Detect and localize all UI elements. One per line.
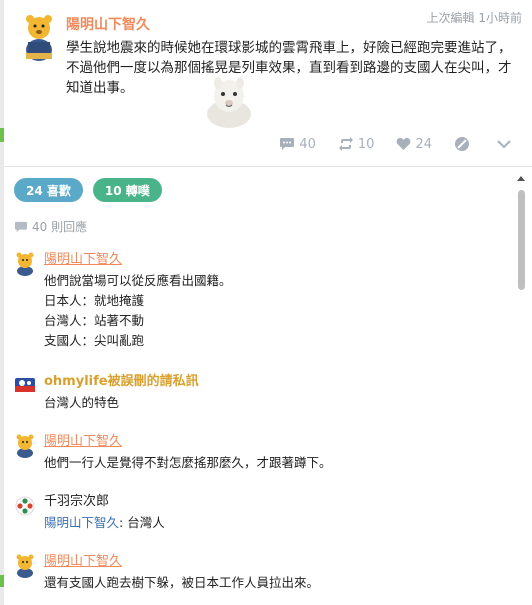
comment-bubble-icon	[15, 221, 27, 232]
likes-filter-button[interactable]: 24 喜歡	[14, 178, 83, 202]
post-body: 學生說地震來的時候她在環球影城的雲霄飛車上，好險已經跑完要進站了，不過他們一度以…	[66, 40, 512, 96]
comment-line: 日本人：就地掩護	[44, 293, 145, 308]
reply-count-label: 40 則回應	[32, 220, 88, 234]
repost-action[interactable]: 10	[338, 136, 375, 152]
reply-text: : 台灣人	[119, 515, 165, 530]
more-action[interactable]	[496, 138, 516, 150]
alpaca-emoticon	[204, 74, 254, 128]
comment-author[interactable]: 陽明山下智久	[44, 432, 514, 452]
scroll-up-icon[interactable]	[517, 176, 525, 181]
repost-icon	[338, 137, 353, 151]
avatar[interactable]	[14, 252, 36, 276]
like-action[interactable]: 24	[396, 137, 432, 152]
comment-author[interactable]: 千羽宗次郎	[44, 492, 514, 512]
repost-count: 10	[357, 136, 375, 152]
comment-line: 台灣人的特色	[44, 395, 120, 410]
comment-item: 陽明山下智久 他們說當場可以從反應看出國籍。 日本人：就地掩護 台灣人：站著不動…	[14, 250, 514, 350]
comment-author[interactable]: ohmylife被誤刪的請私訊	[44, 372, 514, 392]
shares-filter-button[interactable]: 10 轉噗	[92, 178, 162, 202]
comment-line: 還有支國人跑去樹下躲，被日本工作人員拉出來。	[44, 575, 320, 590]
avatar[interactable]	[20, 12, 58, 62]
post-actions: 40 10 24	[257, 136, 516, 152]
chevron-down-icon	[497, 140, 511, 149]
original-post: 陽明山下智久 上次編輯 1小時前 學生說地震來的時候她在環球影城的雲霄飛車上，好…	[4, 0, 532, 167]
mute-icon	[455, 137, 469, 151]
comment-bubble-icon	[280, 138, 295, 150]
edge-marker	[0, 575, 4, 587]
response-filters: 24 喜歡 10 轉噗	[14, 178, 162, 202]
comment-list: 陽明山下智久 他們說當場可以從反應看出國籍。 日本人：就地掩護 台灣人：站著不動…	[14, 250, 514, 605]
mute-action[interactable]	[454, 136, 474, 152]
avatar[interactable]	[14, 374, 36, 398]
comment-item: 陽明山下智久 他們一行人是覺得不對怎麼搖那麼久，才跟著蹲下。	[14, 432, 514, 472]
comment-author[interactable]: 陽明山下智久	[44, 552, 514, 572]
like-count: 24	[415, 136, 432, 152]
post-timestamp: 上次編輯 1小時前	[426, 11, 522, 25]
post-author[interactable]: 陽明山下智久	[66, 14, 150, 34]
comment-item: ohmylife被誤刪的請私訊 台灣人的特色	[14, 372, 514, 412]
heart-icon	[397, 137, 411, 150]
scrollbar-thumb[interactable]	[518, 190, 525, 290]
comment-line: 他們一行人是覺得不對怎麼搖那麼久，才跟著蹲下。	[44, 455, 332, 470]
plurk-thread: 陽明山下智久 上次編輯 1小時前 學生說地震來的時候她在環球影城的雲霄飛車上，好…	[0, 0, 532, 605]
comment-item: 陽明山下智久 還有支國人跑去樹下躲，被日本工作人員拉出來。	[14, 552, 514, 592]
comment-author[interactable]: 陽明山下智久	[44, 250, 514, 270]
comment-line: 台灣人：站著不動	[44, 313, 145, 328]
reply-mention-link[interactable]: 陽明山下智久	[44, 515, 119, 530]
reply-count: 40 則回應	[14, 218, 87, 235]
avatar[interactable]	[14, 434, 36, 458]
comment-line: 他們說當場可以從反應看出國籍。	[44, 273, 232, 288]
comment-item: 千羽宗次郎 陽明山下智久: 台灣人	[14, 492, 514, 532]
comment-action[interactable]: 40	[279, 137, 316, 152]
comment-count: 40	[299, 136, 316, 152]
comments-scrollbar[interactable]	[514, 174, 528, 605]
comment-line: 陽明山下智久: 台灣人	[44, 514, 514, 532]
avatar[interactable]	[14, 494, 36, 518]
comment-line: 支國人：尖叫亂跑	[44, 333, 145, 348]
avatar[interactable]	[14, 554, 36, 578]
